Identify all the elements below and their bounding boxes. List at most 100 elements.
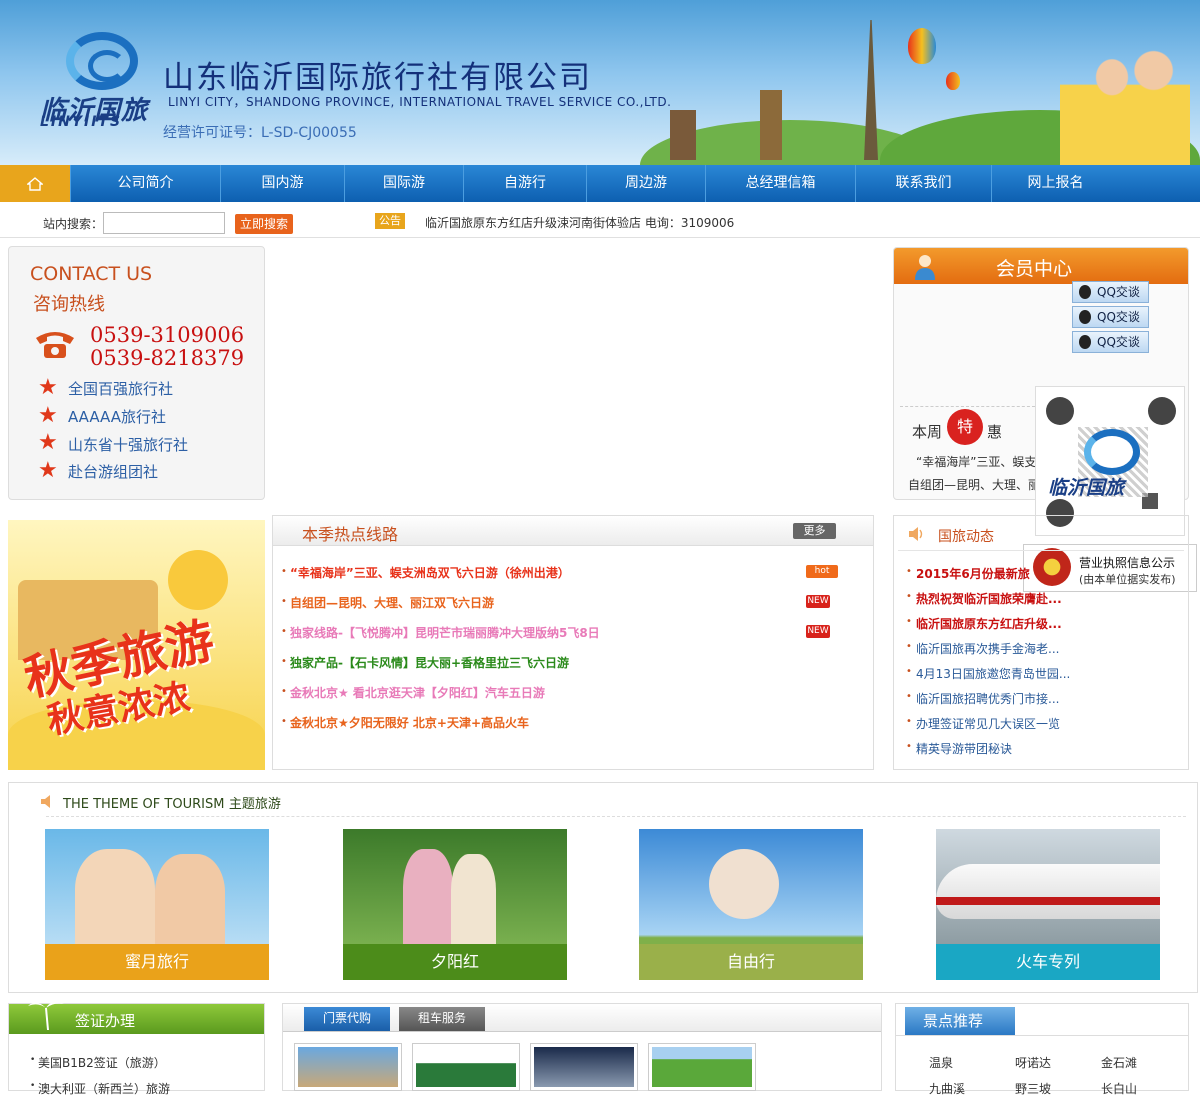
search-input[interactable]: [103, 212, 225, 234]
photo-decoration: [155, 854, 225, 949]
hot-route-link[interactable]: 金秋北京★ 看北京逛天津【夕阳红】汽车五日游: [290, 684, 545, 701]
news-item[interactable]: 临沂国旅招聘优秀门市接...: [916, 690, 1059, 707]
theme-title-en: THE THEME OF TOURISM: [63, 797, 225, 812]
theme-card-free-travel[interactable]: 自由行: [639, 829, 863, 980]
special-badge: 特: [947, 409, 983, 445]
divider: [46, 816, 1186, 817]
scenic-item[interactable]: 九曲溪: [929, 1080, 965, 1097]
nav-item-international[interactable]: 国际游: [344, 165, 463, 202]
bullet-icon: •: [281, 716, 287, 727]
bullet-icon: •: [906, 566, 912, 577]
ticket-thumb[interactable]: [412, 1043, 520, 1091]
bullet-icon: •: [906, 666, 912, 677]
tab-car-rental[interactable]: 租车服务: [399, 1007, 485, 1031]
contact-title-en: CONTACT US: [30, 263, 153, 285]
news-item[interactable]: 热烈祝贺临沂国旅荣膺赴...: [916, 590, 1062, 607]
news-item[interactable]: 2015年6月份最新旅: [916, 565, 1030, 582]
star-icon: ★: [38, 458, 58, 483]
weekly-deal-item[interactable]: 自组团—昆明、大理、丽: [908, 476, 1040, 493]
news-item[interactable]: 精英导游带团秘诀: [916, 740, 1012, 757]
phone-icon: [36, 332, 74, 358]
theme-card-elderly[interactable]: 夕阳红: [343, 829, 567, 980]
news-item[interactable]: 临沂国旅原东方红店升级...: [916, 615, 1062, 632]
bullet-icon: •: [281, 686, 287, 697]
theme-title: THE THEME OF TOURISM 主题旅游: [63, 793, 281, 812]
hot-routes-title: 本季热点线路: [302, 525, 399, 544]
visa-title: 签证办理: [75, 1012, 136, 1030]
nav-home[interactable]: [0, 165, 70, 202]
search-button[interactable]: 立即搜索: [235, 214, 293, 234]
hot-route-link[interactable]: “幸福海岸”三亚、蜈支洲岛双飞六日游（徐州出港）: [290, 564, 570, 581]
ticket-thumb[interactable]: [648, 1043, 756, 1091]
logo-icon: [1084, 429, 1140, 475]
nav-item-nearby[interactable]: 周边游: [586, 165, 705, 202]
tower-icon: [670, 110, 696, 160]
new-badge: NEW: [806, 595, 830, 608]
bullet-icon: •: [30, 1081, 36, 1091]
star-icon: ★: [38, 375, 58, 400]
news-title: 国旅动态: [938, 529, 994, 545]
scenic-item[interactable]: 长白山: [1101, 1080, 1137, 1097]
nav-item-self-travel[interactable]: 自游行: [463, 165, 586, 202]
nav-item-company[interactable]: 公司简介: [70, 165, 220, 202]
star-icon: ★: [38, 403, 58, 428]
weekly-deal-item[interactable]: “幸福海岸”三亚、蜈支: [916, 453, 1036, 470]
hotline-phone[interactable]: 0539-8218379: [90, 346, 244, 370]
main-nav: 公司简介 国内游 国际游 自游行 周边游 总经理信箱 联系我们 网上报名: [0, 165, 1200, 202]
scenic-item[interactable]: 温泉: [929, 1054, 953, 1071]
hot-route-link[interactable]: 独家产品-【石卡风情】昆大丽+香格里拉三飞六日游: [290, 654, 569, 671]
bullet-icon: •: [30, 1055, 36, 1065]
news-item[interactable]: 临沂国旅再次携手金海老...: [916, 640, 1059, 657]
theme-card-honeymoon[interactable]: 蜜月旅行: [45, 829, 269, 980]
contact-title-cn: 咨询热线: [33, 294, 105, 315]
hot-route-link[interactable]: 自组团—昆明、大理、丽江双飞六日游: [290, 594, 494, 611]
qq-chat-button[interactable]: QQ交谈: [1072, 281, 1149, 303]
hot-route-link[interactable]: 金秋北京★夕阳无限好 北京+天津+高品火车: [290, 714, 529, 731]
qr-finder: [1046, 397, 1074, 425]
bullet-icon: •: [906, 591, 912, 602]
tab-tickets[interactable]: 门票代购: [304, 1007, 390, 1031]
scenic-item[interactable]: 金石滩: [1101, 1054, 1137, 1071]
star-icon: ★: [38, 430, 58, 455]
weekly-deal-label: 本周: [912, 423, 943, 441]
photo-decoration: [709, 849, 779, 919]
hotline-phone[interactable]: 0539-3109006: [90, 323, 244, 347]
nav-item-gm-mailbox[interactable]: 总经理信箱: [705, 165, 855, 202]
eiffel-tower-icon: [864, 20, 878, 160]
nav-item-domestic[interactable]: 国内游: [220, 165, 344, 202]
balloon-icon: [946, 72, 960, 90]
qq-chat-button[interactable]: QQ交谈: [1072, 306, 1149, 328]
news-item[interactable]: 4月13日国旅邀您青岛世园...: [916, 665, 1070, 682]
hot-route-link[interactable]: 独家线路-【飞悦腾冲】昆明芒市瑞丽腾冲大理版纳5飞8日: [290, 624, 600, 641]
sun-decoration: [168, 550, 228, 610]
ticket-thumb[interactable]: [530, 1043, 638, 1091]
theme-title-cn: 主题旅游: [228, 797, 281, 812]
logo-icon[interactable]: [66, 32, 138, 90]
bullet-icon: •: [281, 596, 287, 607]
scenic-item[interactable]: 野三坡: [1015, 1080, 1051, 1097]
notice-text[interactable]: 临沂国旅原东方红店升级涑河南街体验店 电询：3109006: [425, 214, 734, 231]
scenic-item[interactable]: 呀诺达: [1015, 1054, 1051, 1071]
theme-card-label: 自由行: [639, 944, 863, 980]
nav-item-signup[interactable]: 网上报名: [991, 165, 1119, 202]
bullet-icon: •: [906, 616, 912, 627]
nav-item-contact[interactable]: 联系我们: [855, 165, 991, 202]
train-stripe: [936, 897, 1160, 905]
page-subtitle: LINYI CITY，SHANDONG PROVINCE, INTERNATIO…: [168, 95, 672, 109]
bullet-icon: •: [281, 626, 287, 637]
more-button[interactable]: 更多: [793, 523, 836, 539]
photo-decoration: [403, 849, 453, 944]
palm-tree-icon: [28, 1001, 64, 1030]
notice-badge: 公告: [375, 213, 405, 229]
theme-card-label: 火车专列: [936, 944, 1160, 980]
page-title: 山东临沂国际旅行社有限公司: [163, 60, 592, 96]
theme-card-label: 蜜月旅行: [45, 944, 269, 980]
honor-item: 赴台游组团社: [68, 463, 159, 481]
qq-chat-button[interactable]: QQ交谈: [1072, 331, 1149, 353]
ticket-thumb[interactable]: [294, 1043, 402, 1091]
visa-item[interactable]: 澳大利亚（新西兰）旅游: [38, 1080, 170, 1097]
member-title: 会员中心: [996, 258, 1073, 280]
visa-item[interactable]: 美国B1B2签证（旅游）: [38, 1054, 166, 1071]
theme-card-train[interactable]: 火车专列: [936, 829, 1160, 980]
news-item[interactable]: 办理签证常见几大误区一览: [916, 715, 1060, 732]
